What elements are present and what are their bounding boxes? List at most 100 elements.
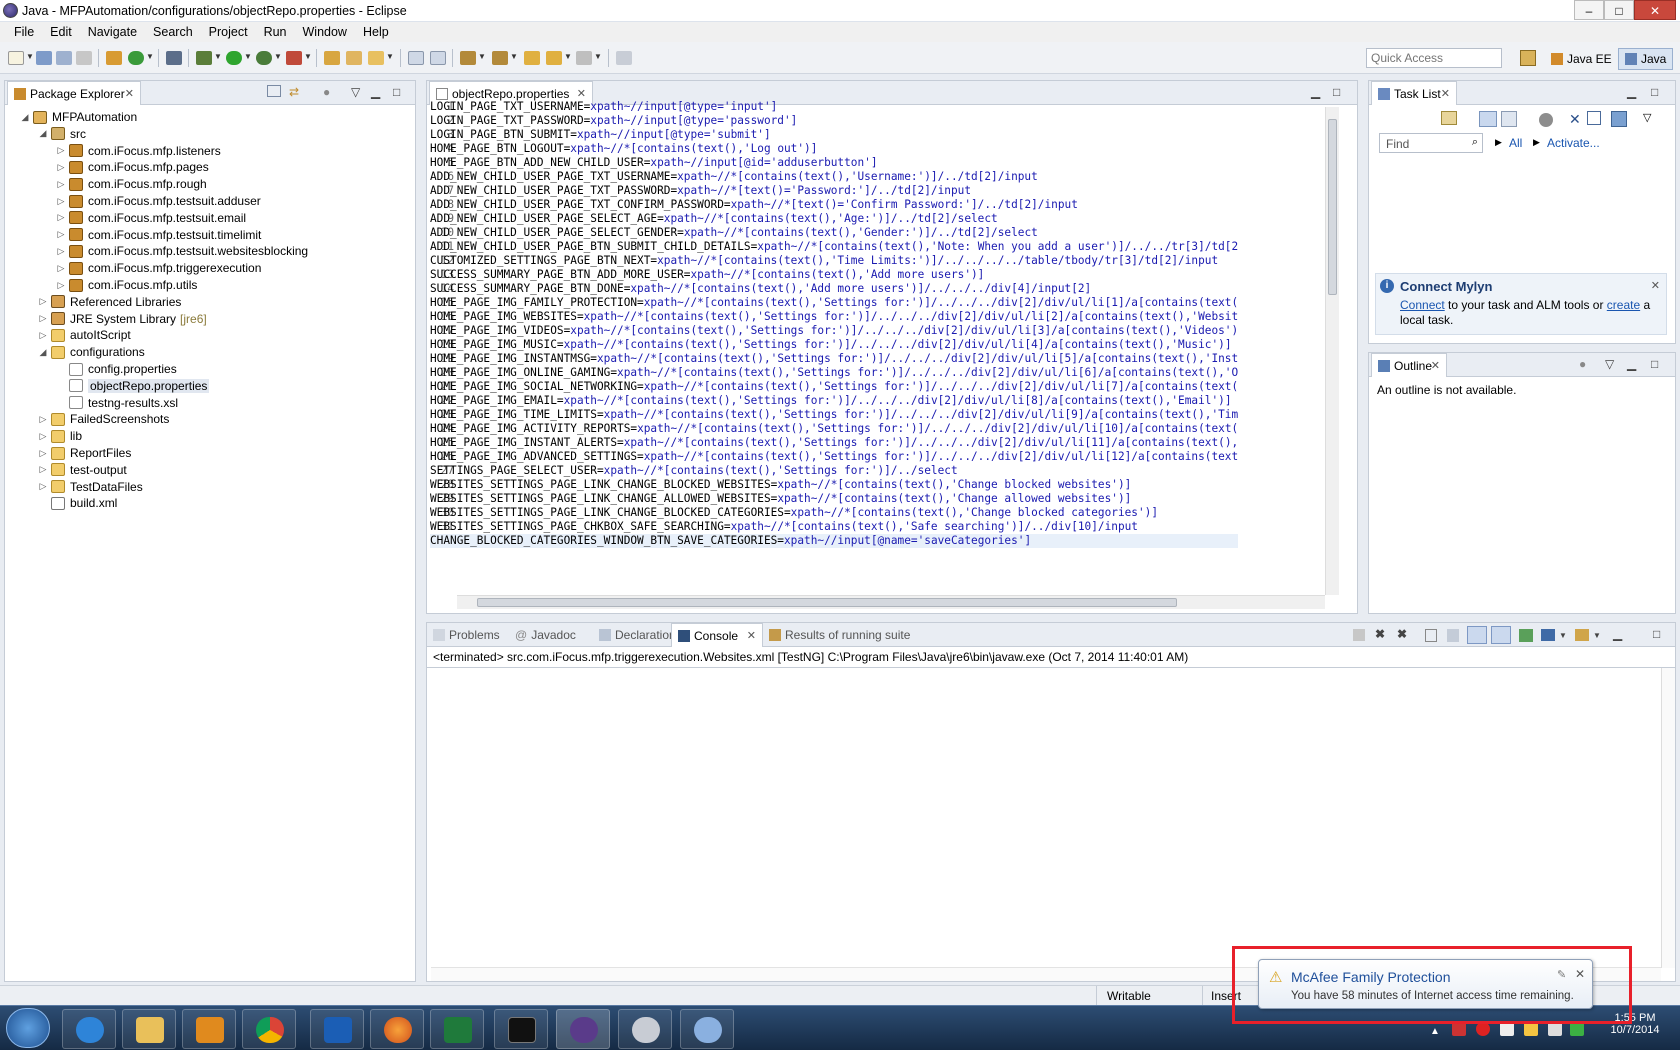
scroll-thumb[interactable] (477, 598, 1177, 607)
tree-item[interactable]: ▷ com.iFocus.mfp.listeners (55, 142, 221, 160)
code-line[interactable]: HOME_PAGE_IMG_TIME_LIMITS=xpath~//*[cont… (430, 408, 1238, 422)
focus-icon[interactable]: ✕ (1569, 111, 1581, 128)
tree-item[interactable]: ▷ com.iFocus.mfp.triggerexecution (55, 259, 262, 277)
tree-item[interactable]: ◢ configurations (37, 343, 145, 361)
code-line[interactable]: SETTINGS_PAGE_SELECT_USER=xpath~//*[cont… (430, 464, 1238, 478)
collapsed-arrow-icon[interactable]: ▷ (55, 280, 67, 291)
chevron-down-icon[interactable]: ▼ (304, 52, 312, 61)
code-line[interactable]: WEBSITES_SETTINGS_PAGE_CHKBOX_SAFE_SEARC… (430, 520, 1238, 534)
tab-console[interactable]: Console ✕ (671, 623, 763, 647)
print-icon[interactable] (76, 51, 92, 65)
collapsed-arrow-icon[interactable]: ▷ (37, 330, 49, 341)
taskbar-internet-explorer[interactable] (62, 1009, 116, 1049)
collapsed-arrow-icon[interactable]: ▷ (37, 481, 49, 492)
open-console-icon[interactable] (1575, 629, 1589, 641)
minimize-view-icon[interactable]: ▁ (1613, 627, 1622, 641)
code-line[interactable]: HOME_PAGE_BTN_ADD_NEW_CHILD_USER=xpath~/… (430, 156, 1238, 170)
code-line[interactable]: HOME_PAGE_IMG_FAMILY_PROTECTION=xpath~//… (430, 296, 1238, 310)
tab-declaration[interactable]: Declaration (599, 628, 676, 642)
taskbar-chrome[interactable] (242, 1009, 296, 1049)
tab-outline[interactable]: Outline ✕ (1371, 353, 1447, 377)
new-task-icon[interactable] (1441, 111, 1457, 125)
tab-problems[interactable]: Problems (433, 628, 500, 642)
close-icon[interactable]: ✕ (577, 87, 586, 100)
menu-navigate[interactable]: Navigate (80, 25, 145, 39)
code-line[interactable]: CHANGE_BLOCKED_CATEGORIES_WINDOW_BTN_SAV… (430, 534, 1238, 548)
code-line[interactable]: WEBSITES_SETTINGS_PAGE_LINK_CHANGE_BLOCK… (430, 478, 1238, 492)
security-tray-icon[interactable] (1476, 1022, 1490, 1036)
filter-icon[interactable]: ● (1579, 357, 1586, 371)
close-icon[interactable]: ✕ (1441, 87, 1450, 100)
tab-task-list[interactable]: Task List ✕ (1371, 81, 1457, 105)
show-on-output-icon[interactable] (1467, 626, 1487, 644)
categorized-icon[interactable] (1479, 111, 1497, 127)
menu-run[interactable]: Run (256, 25, 295, 39)
taskbar-excel[interactable] (430, 1009, 484, 1049)
save-all-icon[interactable] (56, 51, 72, 65)
terminate-icon[interactable] (1353, 629, 1365, 641)
forward-icon[interactable] (576, 51, 592, 65)
chevron-down-icon[interactable]: ▼ (564, 52, 572, 61)
tree-item[interactable]: ◢ MFPAutomation (19, 108, 138, 126)
code-line[interactable]: SUCCESS_SUMMARY_PAGE_BTN_ADD_MORE_USER=x… (430, 268, 1238, 282)
collapsed-arrow-icon[interactable]: ▷ (37, 448, 49, 459)
tree-item[interactable]: ▷ TestDataFiles (37, 478, 143, 496)
collapse-icon[interactable] (1587, 111, 1601, 125)
display-console-icon[interactable] (1541, 629, 1555, 641)
taskbar-explorer[interactable] (122, 1009, 176, 1049)
find-field[interactable]: Find ⌕ (1379, 133, 1483, 153)
tree-item[interactable]: ▷ com.iFocus.mfp.testsuit.email (55, 209, 247, 227)
skip-breakpoints-icon[interactable] (166, 51, 182, 65)
minimize-view-icon[interactable]: ▁ (1311, 85, 1320, 99)
code-line[interactable]: ADD_NEW_CHILD_USER_PAGE_BTN_SUBMIT_CHILD… (430, 240, 1238, 254)
maximize-view-icon[interactable]: □ (1651, 85, 1658, 99)
tree-item[interactable]: ▷ JRE System Library [jre6] (37, 310, 207, 328)
synchronize-icon[interactable] (1611, 111, 1627, 127)
scheduled-icon[interactable] (1501, 111, 1517, 127)
code-line[interactable]: WEBSITES_SETTINGS_PAGE_LINK_CHANGE_BLOCK… (430, 506, 1238, 520)
maximize-view-icon[interactable]: □ (1651, 357, 1658, 371)
code-line[interactable]: CUSTOMIZED_SETTINGS_PAGE_BTN_NEXT=xpath~… (430, 254, 1238, 268)
editor-vertical-scrollbar[interactable] (1325, 107, 1339, 595)
tree-item[interactable]: build.xml (37, 494, 117, 512)
chevron-down-icon[interactable]: ▼ (1593, 631, 1601, 640)
tree-item[interactable]: config.properties (55, 360, 177, 378)
taskbar-outlook[interactable] (310, 1009, 364, 1049)
scroll-thumb[interactable] (1328, 119, 1337, 295)
link-with-editor-icon[interactable]: ⇄ (289, 85, 299, 99)
flag-tray-icon[interactable] (1500, 1022, 1514, 1036)
chevron-down-icon[interactable]: ▼ (1559, 631, 1567, 640)
new-icon[interactable] (8, 51, 24, 65)
code-line[interactable]: HOME_PAGE_BTN_LOGOUT=xpath~//*[contains(… (430, 142, 1238, 156)
show-hidden-icons[interactable]: ▲ (1430, 1026, 1440, 1037)
filter-icon[interactable]: ● (323, 85, 330, 99)
collapsed-arrow-icon[interactable]: ▷ (37, 464, 49, 475)
back-icon[interactable] (546, 51, 562, 65)
tree-item[interactable]: ▷ lib (37, 427, 82, 445)
code-line[interactable]: HOME_PAGE_IMG_SOCIAL_NETWORKING=xpath~//… (430, 380, 1238, 394)
chevron-down-icon[interactable]: ▼ (244, 52, 252, 61)
tab-javadoc[interactable]: @ Javadoc (515, 628, 576, 642)
collapsed-arrow-icon[interactable]: ▷ (55, 229, 67, 240)
code-line[interactable]: HOME_PAGE_IMG_INSTANTMSG=xpath~//*[conta… (430, 352, 1238, 366)
menu-edit[interactable]: Edit (42, 25, 80, 39)
open-type-icon[interactable] (324, 51, 340, 65)
code-line[interactable]: ADD_NEW_CHILD_USER_PAGE_SELECT_AGE=xpath… (430, 212, 1238, 226)
quick-access-input[interactable] (1366, 48, 1502, 68)
minimize-view-icon[interactable]: ▁ (1627, 85, 1636, 99)
tab-results-of-running-suite[interactable]: Results of running suite (769, 628, 910, 642)
expanded-arrow-icon[interactable]: ◢ (37, 347, 49, 358)
clear-console-icon[interactable] (1425, 629, 1437, 642)
collapsed-arrow-icon[interactable]: ▷ (55, 145, 67, 156)
pin-editor-icon[interactable] (616, 51, 632, 65)
minimize-button[interactable]: – (1574, 0, 1604, 20)
battery-tray-icon[interactable] (1570, 1022, 1584, 1036)
menu-search[interactable]: Search (145, 25, 201, 39)
chevron-down-icon[interactable]: ▼ (274, 52, 282, 61)
collapsed-arrow-icon[interactable]: ▷ (55, 212, 67, 223)
collapsed-arrow-icon[interactable]: ▷ (55, 263, 67, 274)
close-button[interactable]: ✕ (1634, 0, 1676, 20)
tree-item[interactable]: testng-results.xsl (55, 394, 178, 412)
taskbar-paint[interactable] (680, 1009, 734, 1049)
tree-item[interactable]: ▷ com.iFocus.mfp.rough (55, 175, 207, 193)
